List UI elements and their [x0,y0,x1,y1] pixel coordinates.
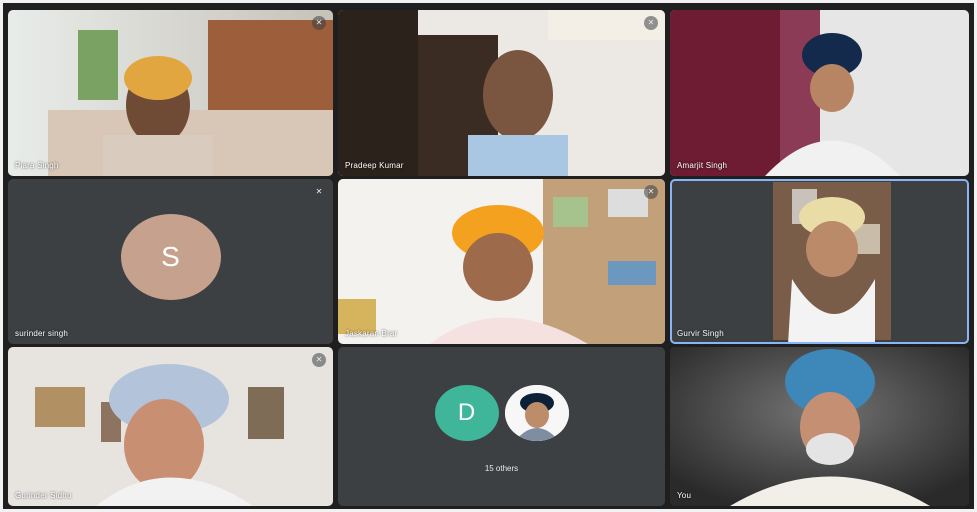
participant-tile-7[interactable]: ✕ Gurinder Sidhu [8,347,333,506]
participant-name: Pradeep Kumar [345,161,404,170]
others-tile[interactable]: D 15 others [338,347,665,506]
participant-tile-2[interactable]: ✕ Pradeep Kumar [338,10,665,176]
participant-video [8,10,333,176]
participant-tile-4[interactable]: S ✕ surinder singh [8,179,333,344]
mic-muted-icon: ✕ [312,185,326,199]
participant-video [670,347,969,506]
participant-video [338,10,665,176]
participant-avatar: S [120,213,221,300]
participant-video [670,179,969,344]
others-avatar-photo [502,383,571,443]
mic-muted-icon: ✕ [644,185,658,199]
participant-name: Piara Singh [15,161,59,170]
participant-name: Gurinder Sidhu [15,491,72,500]
mic-muted-icon: ✕ [644,16,658,30]
participant-video [670,10,969,176]
participant-tile-5[interactable]: ✕ Jaskaran Brar [338,179,665,344]
others-count-label: 15 others [484,464,519,473]
participant-tile-9[interactable]: You [670,347,969,506]
participant-tile-6-speaking[interactable]: Gurvir Singh [670,179,969,344]
participant-tile-3[interactable]: Amarjit Singh [670,10,969,176]
avatar-photo-icon [504,385,569,441]
others-avatars: D [338,383,665,443]
participant-video [338,179,665,344]
participant-tile-1[interactable]: ✕ Piara Singh [8,10,333,176]
participant-video [8,347,333,506]
others-avatar-letter: D [432,383,501,443]
participant-name: Jaskaran Brar [345,329,398,338]
participant-name: Amarjit Singh [677,161,728,170]
mic-muted-icon: ✕ [312,16,326,30]
participant-name: Gurvir Singh [677,329,724,338]
participant-name: You [677,491,692,500]
participant-name: surinder singh [15,329,69,338]
video-grid: ✕ Piara Singh ✕ Pradeep Kumar Amarjit Si… [8,10,969,506]
mic-muted-icon: ✕ [312,353,326,367]
